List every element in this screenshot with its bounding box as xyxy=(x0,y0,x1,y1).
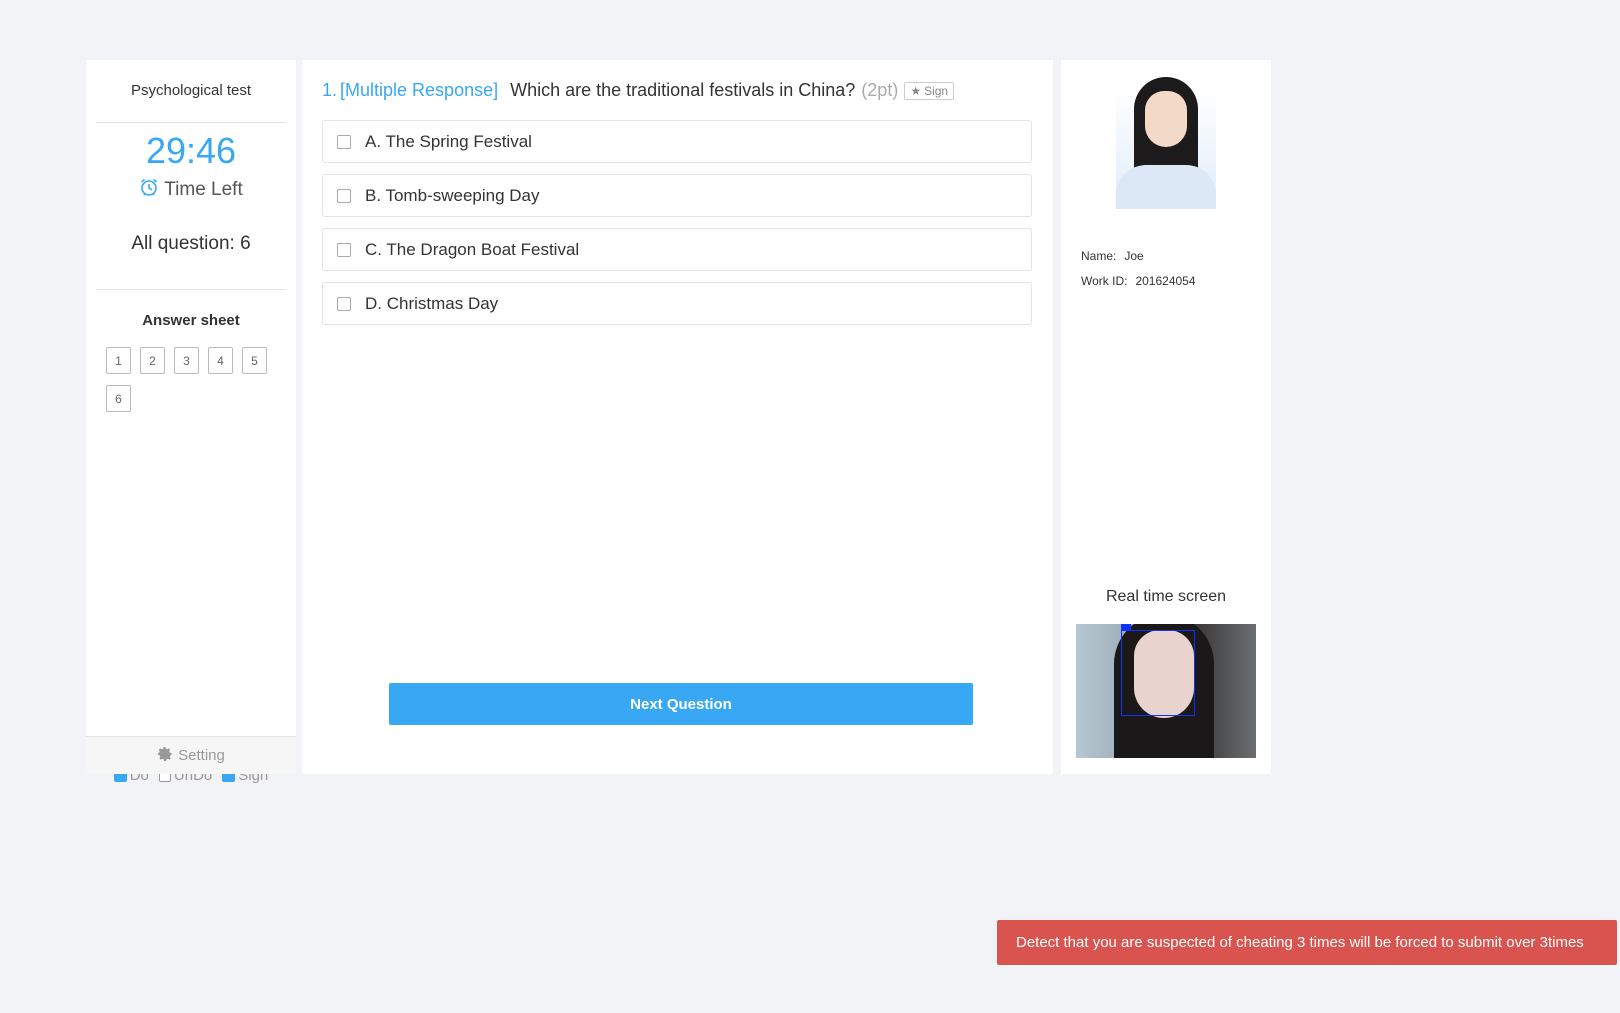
answer-sheet-grid: 1 2 3 4 5 6 xyxy=(106,347,286,412)
photo-face xyxy=(1145,91,1187,147)
question-text: Which are the traditional festivals in C… xyxy=(510,80,856,100)
option-b-label: B. Tomb-sweeping Day xyxy=(365,185,540,205)
question-type: [Multiple Response] xyxy=(340,80,499,100)
question-number: 1. xyxy=(322,80,338,100)
answer-sheet-item-1[interactable]: 1 xyxy=(106,347,131,374)
option-c[interactable]: C. The Dragon Boat Festival xyxy=(322,228,1032,271)
option-a-checkbox[interactable] xyxy=(337,134,351,149)
gear-icon xyxy=(157,746,173,766)
name-label: Name: xyxy=(1081,249,1117,263)
realtime-camera-feed xyxy=(1076,624,1256,758)
answer-sheet-item-5[interactable]: 5 xyxy=(242,347,267,374)
answer-sheet-item-4[interactable]: 4 xyxy=(208,347,233,374)
option-d-checkbox[interactable] xyxy=(337,296,351,311)
realtime-screen-title: Real time screen xyxy=(1105,588,1227,605)
option-c-checkbox[interactable] xyxy=(337,242,351,257)
profile-panel: Name: Joe Work ID: 201624054 Real time scr… xyxy=(1061,60,1271,774)
option-b-checkbox[interactable] xyxy=(337,188,351,203)
answer-sheet-item-3[interactable]: 3 xyxy=(174,347,199,374)
work-id-value: 201624054 xyxy=(1135,274,1196,288)
divider xyxy=(96,289,286,290)
work-id-label: Work ID: xyxy=(1081,274,1128,288)
photo-shirt xyxy=(1116,165,1216,209)
star-icon: ★ xyxy=(910,83,922,98)
all-question-count: All question: 6 xyxy=(131,233,251,254)
option-b[interactable]: B. Tomb-sweeping Day xyxy=(322,174,1032,217)
test-title: Psychological test xyxy=(130,82,252,99)
option-d-label: D. Christmas Day xyxy=(365,293,499,313)
setting-label: Setting xyxy=(178,747,225,764)
question-panel: 1. [Multiple Response] Which are the tra… xyxy=(302,60,1053,774)
next-question-button[interactable]: Next Question xyxy=(389,683,973,725)
alarm-clock-icon xyxy=(139,177,159,203)
question-header: 1. [Multiple Response] Which are the tra… xyxy=(322,80,955,101)
name-row: Name: Joe xyxy=(1081,249,1144,263)
countdown-timer: 29:46 xyxy=(145,130,237,171)
option-c-label: C. The Dragon Boat Festival xyxy=(365,239,580,259)
sign-label: Sign xyxy=(924,83,949,98)
divider xyxy=(96,122,286,123)
option-d[interactable]: D. Christmas Day xyxy=(322,282,1032,325)
face-detect-box xyxy=(1121,630,1195,716)
options-list: A. The Spring Festival B. Tomb-sweeping … xyxy=(322,120,1032,336)
answer-sheet-title: Answer sheet xyxy=(142,312,240,329)
time-left-label: Time Left xyxy=(164,179,243,200)
option-a[interactable]: A. The Spring Festival xyxy=(322,120,1032,163)
answer-sheet-item-6[interactable]: 6 xyxy=(106,385,131,412)
cheating-alert-message: Detect that you are suspected of cheatin… xyxy=(1016,934,1584,951)
sign-question-button[interactable]: ★ Sign xyxy=(904,81,955,100)
time-left-row: Time Left xyxy=(86,177,296,203)
id-photo xyxy=(1116,77,1216,209)
cheating-alert: Detect that you are suspected of cheatin… xyxy=(997,920,1617,965)
exam-sidebar: Psychological test 29:46 Time Left All q… xyxy=(86,60,296,784)
work-id-row: Work ID: 201624054 xyxy=(1081,274,1196,288)
name-value: Joe xyxy=(1124,249,1144,263)
option-a-label: A. The Spring Festival xyxy=(365,131,532,151)
answer-sheet-item-2[interactable]: 2 xyxy=(140,347,165,374)
setting-button[interactable]: Setting xyxy=(86,736,296,774)
question-points: (2pt) xyxy=(861,80,899,100)
